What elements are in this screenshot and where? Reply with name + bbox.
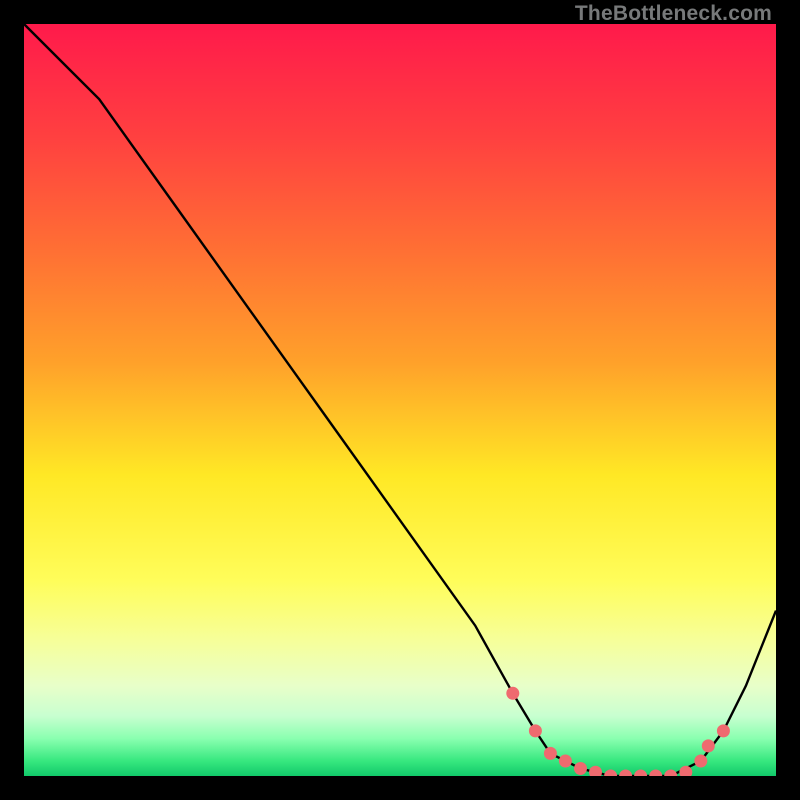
watermark-label: TheBottleneck.com bbox=[575, 2, 772, 26]
highlight-dot bbox=[574, 762, 587, 775]
highlight-dot bbox=[694, 755, 707, 768]
gradient-background bbox=[24, 24, 776, 776]
highlight-dot bbox=[702, 739, 715, 752]
highlight-dot bbox=[544, 747, 557, 760]
chart-svg bbox=[24, 24, 776, 776]
highlight-dot bbox=[717, 724, 730, 737]
highlight-dot bbox=[506, 687, 519, 700]
chart-frame bbox=[24, 24, 776, 776]
highlight-dot bbox=[529, 724, 542, 737]
highlight-dot bbox=[559, 755, 572, 768]
